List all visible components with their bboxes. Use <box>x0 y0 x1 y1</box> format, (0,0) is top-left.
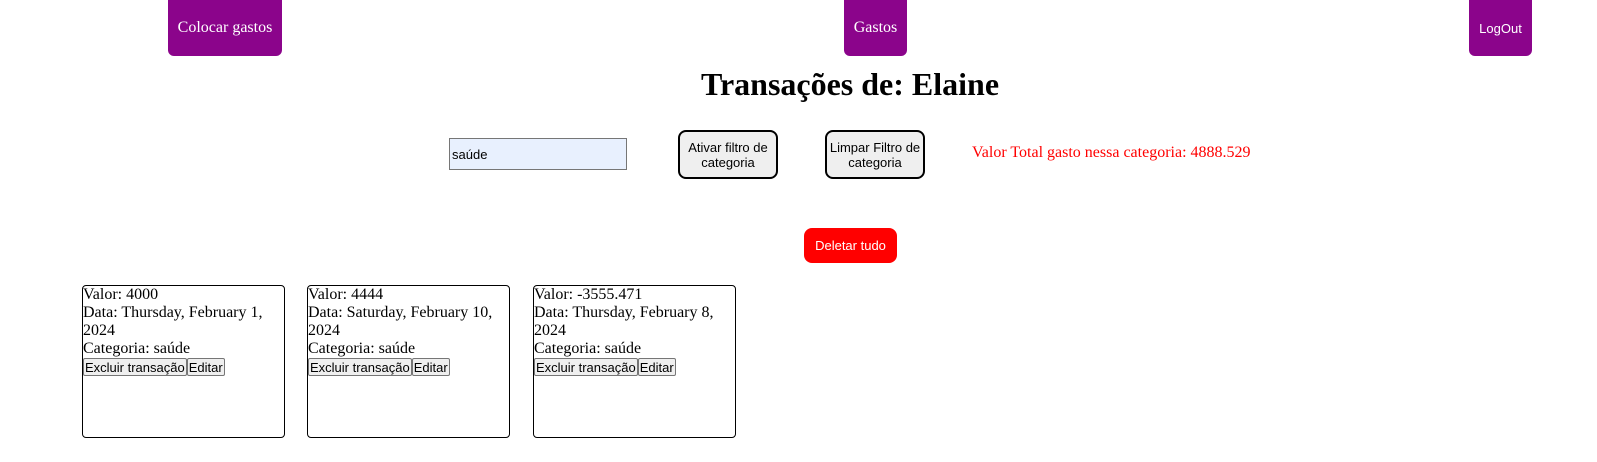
transaction-date: Data: Thursday, February 8, 2024 <box>534 304 714 339</box>
gastos-button[interactable]: Gastos <box>844 0 907 56</box>
transaction-card: Valor: 4000 Data: Thursday, February 1, … <box>82 285 285 438</box>
category-filter-input[interactable] <box>449 138 627 170</box>
delete-all-button[interactable]: Deletar tudo <box>804 228 897 263</box>
edit-transaction-button[interactable]: Editar <box>186 358 225 376</box>
colocar-gastos-button[interactable]: Colocar gastos <box>168 0 282 56</box>
transaction-category: Categoria: saúde <box>534 340 642 357</box>
transaction-value: Valor: -3555.471 <box>534 286 643 303</box>
transaction-date: Data: Saturday, February 10, 2024 <box>308 304 493 339</box>
activate-filter-button[interactable]: Ativar filtro de categoria <box>678 130 778 179</box>
transaction-card: Valor: 4444 Data: Saturday, February 10,… <box>307 285 510 438</box>
logout-button[interactable]: LogOut <box>1469 0 1532 56</box>
transaction-actions: Excluir transação Editar <box>534 358 735 377</box>
clear-filter-button[interactable]: Limpar Filtro de categoria <box>825 130 925 179</box>
transaction-actions: Excluir transação Editar <box>83 358 284 377</box>
transaction-card: Valor: -3555.471 Data: Thursday, Februar… <box>533 285 736 438</box>
transaction-value: Valor: 4444 <box>308 286 384 303</box>
transaction-actions: Excluir transação Editar <box>308 358 509 377</box>
category-total-text: Valor Total gasto nessa categoria: 4888.… <box>972 144 1251 161</box>
delete-transaction-button[interactable]: Excluir transação <box>534 358 638 376</box>
delete-transaction-button[interactable]: Excluir transação <box>308 358 412 376</box>
transaction-category: Categoria: saúde <box>308 340 416 357</box>
page-title: Transações de: Elaine <box>700 66 1000 102</box>
transaction-value: Valor: 4000 <box>83 286 159 303</box>
edit-transaction-button[interactable]: Editar <box>637 358 676 376</box>
transaction-category: Categoria: saúde <box>83 340 191 357</box>
delete-transaction-button[interactable]: Excluir transação <box>83 358 187 376</box>
edit-transaction-button[interactable]: Editar <box>411 358 450 376</box>
transaction-date: Data: Thursday, February 1, 2024 <box>83 304 263 339</box>
